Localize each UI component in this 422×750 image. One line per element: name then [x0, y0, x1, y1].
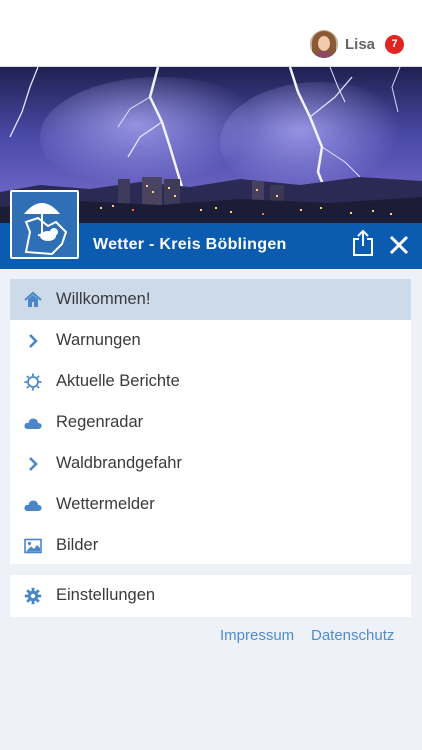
chevron-right-icon: [24, 332, 42, 350]
cloud-icon: [24, 496, 42, 514]
menu-item-einstellungen[interactable]: Einstellungen: [10, 575, 411, 616]
menu-item-aktuelle-berichte[interactable]: Aktuelle Berichte: [10, 361, 411, 402]
menu-item-label: Waldbrandgefahr: [56, 454, 182, 472]
share-icon[interactable]: [351, 229, 375, 257]
menu-item-willkommen[interactable]: Willkommen!: [10, 279, 411, 320]
menu-item-wettermelder[interactable]: Wettermelder: [10, 484, 411, 525]
top-bar: Lisa 7: [0, 0, 422, 67]
datenschutz-link[interactable]: Datenschutz: [311, 627, 394, 644]
menu-item-label: Aktuelle Berichte: [56, 372, 180, 390]
menu-item-regenradar[interactable]: Regenradar: [10, 402, 411, 443]
cloud-icon: [24, 414, 42, 432]
avatar[interactable]: [309, 30, 338, 58]
menu-item-label: Bilder: [56, 536, 99, 554]
notification-badge[interactable]: 7: [385, 34, 404, 54]
impressum-link[interactable]: Impressum: [220, 627, 294, 644]
menu-item-label: Willkommen!: [56, 290, 151, 308]
menu-item-label: Warnungen: [56, 331, 141, 349]
settings-menu: Einstellungen: [10, 575, 411, 617]
navigation-menu: Willkommen! Warnungen Aktuelle Berichte: [10, 279, 411, 564]
menu-item-label: Regenradar: [56, 413, 144, 431]
user-profile[interactable]: Lisa 7: [309, 29, 404, 59]
page-title: Wetter - Kreis Böblingen: [93, 236, 287, 253]
chevron-right-icon: [24, 455, 42, 473]
menu-item-bilder[interactable]: Bilder: [10, 525, 411, 566]
gear-icon: [24, 587, 42, 605]
sun-outline-icon: [24, 373, 42, 391]
menu-item-warnungen[interactable]: Warnungen: [10, 320, 411, 361]
menu-item-label: Einstellungen: [56, 586, 156, 604]
image-icon: [24, 537, 42, 555]
close-icon[interactable]: [388, 234, 410, 256]
user-name[interactable]: Lisa: [345, 36, 375, 53]
menu-item-waldbrandgefahr[interactable]: Waldbrandgefahr: [10, 443, 411, 484]
app-logo: [10, 190, 79, 259]
menu-item-label: Wettermelder: [56, 495, 155, 513]
home-icon: [24, 291, 42, 309]
